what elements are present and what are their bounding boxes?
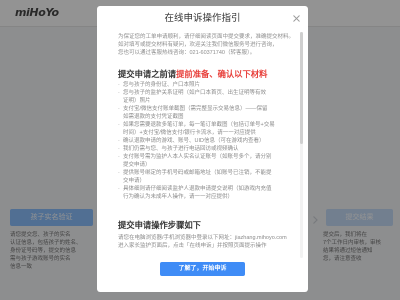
steps-line: 进入家长监护页面后，点击「在线申诉」并按照页面提示操作 (118, 243, 267, 249)
checklist-item: 我们仍需与您、与孩子进行电话回访或视频确认 (118, 145, 296, 153)
modal-title: 在线申诉操作指引 (164, 13, 241, 24)
intro-line: 您也可以通过客服热线咨询：021-60371740（转客服）。 (118, 50, 256, 56)
checklist-item-line: 如需退款的支付凭证截图 (123, 114, 184, 120)
checklist-item: 确认退款申请的游戏、账号、UID信息（可在游戏内查看） (118, 137, 296, 145)
checklist-item-line: 确认退款申请的游戏、账号、UID信息（可在游戏内查看） (118, 137, 296, 145)
checklist-item-line: 行为确认为未成年人操作，请一一对应提供） (123, 194, 234, 200)
modal-scroll-content[interactable]: 为保证您的工单申请顺利，请仔细阅读页面中提交要求，准确提交材料。 如对填写或提交… (118, 33, 296, 255)
checklist-item-line: 您与孩子的监护关系证明（如户口本首页、出生证明等有效 (118, 89, 296, 97)
checklist-item: 具体细则请仔细阅读监护人退款申请提交说明（如游戏内充值 行为确认为未成年人操作，… (118, 185, 296, 201)
checklist-item: 您与孩子的身份证、户口本照片 (118, 81, 296, 89)
checklist-item-line: 提交申请） (123, 162, 151, 168)
steps-instructions: 请您在电脑浏览器/手机浏览器中登录以下网址：jiazhang.mihoyo.co… (118, 234, 296, 250)
checklist-item-line: 您与孩子的身份证、户口本照片 (118, 81, 296, 89)
checklist-item-line: 证明）照片 (123, 98, 151, 104)
checklist-item: 提供账号绑定的手机号码或邮箱地址（如账号已注销，不能提 交申请） (118, 169, 296, 185)
scrollbar[interactable] (300, 32, 303, 258)
checklist-item-line: 支付账号需为监护人本人实名认证账号（如账号多个，请分别 (118, 153, 296, 161)
checklist-heading-highlight: 提前准备、确认以下材料 (176, 69, 268, 79)
checklist-item: 您与孩子的监护关系证明（如户口本首页、出生证明等有效 证明）照片 (118, 89, 296, 105)
steps-heading: 提交申请操作步骤如下 (118, 220, 201, 230)
close-icon[interactable] (293, 15, 300, 22)
intro-line: 如对填写或提交材料有疑问，欢迎关注我们微信服务号进行咨询， (118, 42, 278, 48)
checklist-heading: 提交申请之前请提前准备、确认以下材料 (118, 69, 296, 80)
checklist-item-line: 具体细则请仔细阅读监护人退款申请提交说明（如游戏内充值 (118, 185, 296, 193)
checklist-item-line: 支付宝/微信支付账单截图（需完整显示交易信息）——保留 (118, 105, 296, 113)
checklist: 您与孩子的身份证、户口本照片 您与孩子的监护关系证明（如户口本首页、出生证明等有… (118, 81, 296, 201)
scrollbar-thumb[interactable] (300, 32, 303, 144)
checklist-item-line: 如果您需要退款多笔订单，每一笔订单截图（包括订单号+交易 (118, 121, 296, 129)
steps-line: 请您在电脑浏览器/手机浏览器中登录以下网址：jiazhang.mihoyo.co… (118, 235, 287, 241)
appeal-guide-modal: 在线申诉操作指引 为保证您的工单申请顺利，请仔细阅读页面中提交要求，准确提交材料… (97, 6, 308, 292)
checklist-item-line: 交申请） (123, 178, 146, 184)
checklist-item: 支付账号需为监护人本人实名认证账号（如账号多个，请分别 提交申请） (118, 153, 296, 169)
checklist-item-line: 提供账号绑定的手机号码或邮箱地址（如账号已注销，不能提 (118, 169, 296, 177)
checklist-item: 如果您需要退款多笔订单，每一笔订单截图（包括订单号+交易 时间）+支付宝/微信支… (118, 121, 296, 137)
start-appeal-button[interactable]: 了解了，开始申诉 (160, 262, 245, 276)
checklist-heading-text: 提交申请之前请 (118, 69, 177, 79)
intro-line: 为保证您的工单申请顺利，请仔细阅读页面中提交要求，准确提交材料。 (118, 34, 295, 40)
checklist-item-line: 时间）+支付宝/微信支付/银行卡流水，请一一对应提供 (123, 130, 256, 136)
checklist-item: 支付宝/微信支付账单截图（需完整显示交易信息）——保留 如需退款的支付凭证截图 (118, 105, 296, 121)
checklist-item-line: 我们仍需与您、与孩子进行电话回访或视频确认 (118, 145, 296, 153)
intro-paragraph: 为保证您的工单申请顺利，请仔细阅读页面中提交要求，准确提交材料。 如对填写或提交… (118, 33, 296, 57)
